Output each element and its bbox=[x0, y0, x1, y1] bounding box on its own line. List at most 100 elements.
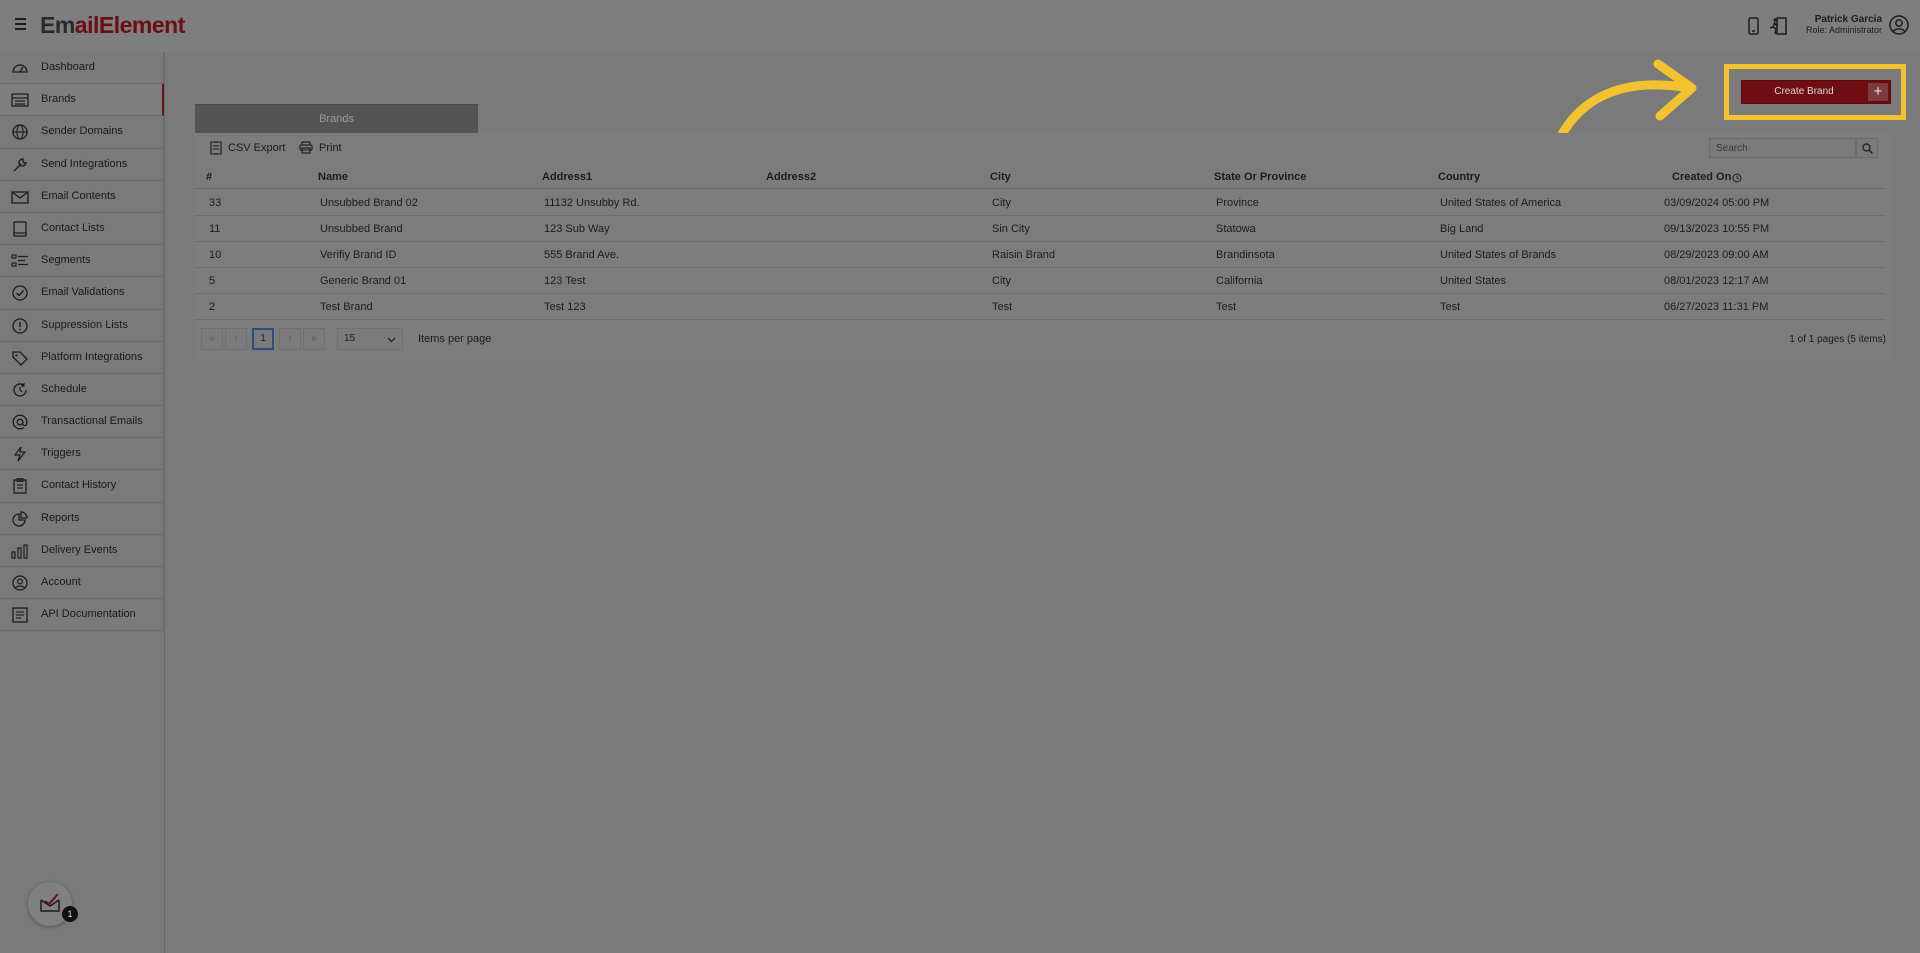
cell-created-on: 08/01/2023 12:17 AM bbox=[1664, 275, 1769, 287]
sidebar-item-label: Email Validations bbox=[41, 286, 125, 299]
sidebar-item-delivery-events[interactable]: Delivery Events bbox=[0, 534, 164, 567]
bar-chart-icon bbox=[11, 544, 28, 559]
cell-number: 5 bbox=[209, 275, 216, 287]
sidebar-item-brands[interactable]: Brands bbox=[0, 84, 164, 117]
cell-number: 10 bbox=[209, 249, 222, 261]
prev-page-button[interactable]: ‹ bbox=[225, 328, 247, 350]
cell-number: 33 bbox=[209, 197, 222, 209]
dashboard-gauge-icon bbox=[12, 64, 28, 73]
user-avatar-icon[interactable] bbox=[1888, 14, 1910, 36]
table-row[interactable]: 10 Verifiy Brand ID 555 Brand Ave. Raisi… bbox=[195, 242, 1885, 268]
timezone-clock-icon[interactable] bbox=[1732, 173, 1742, 183]
column-header-address1[interactable]: Address1 bbox=[542, 171, 592, 183]
brands-list-icon bbox=[11, 93, 29, 107]
create-brand-button[interactable]: Create Brand + bbox=[1741, 80, 1891, 104]
sidebar-item-email-contents[interactable]: Email Contents bbox=[0, 180, 164, 213]
next-page-button[interactable]: › bbox=[279, 328, 301, 350]
sidebar-item-email-validations[interactable]: Email Validations bbox=[0, 277, 164, 310]
create-brand-label: Create Brand bbox=[1774, 86, 1834, 97]
sidebar-item-sender-domains[interactable]: Sender Domains bbox=[0, 116, 164, 149]
sidebar-item-transactional-emails[interactable]: Transactional Emails bbox=[0, 406, 164, 439]
app-logo[interactable]: EmailElement bbox=[40, 12, 185, 39]
column-header-created-on[interactable]: Created On bbox=[1672, 171, 1731, 183]
sidebar-item-account[interactable]: Account bbox=[0, 567, 164, 600]
menu-hamburger-icon[interactable] bbox=[15, 16, 31, 32]
sidebar-item-label: Brands bbox=[41, 93, 76, 106]
user-role: Role: Administrator bbox=[1805, 25, 1882, 35]
cell-name: Verifiy Brand ID bbox=[320, 249, 397, 261]
sidebar-nav: Dashboard Brands Sender Domains Send Int… bbox=[0, 52, 165, 953]
items-per-page-value: 15 bbox=[344, 333, 356, 344]
sidebar-item-triggers[interactable]: Triggers bbox=[0, 438, 164, 471]
mobile-device-icon[interactable] bbox=[1742, 15, 1764, 37]
check-circle-icon bbox=[12, 285, 28, 301]
sidebar-item-suppression-lists[interactable]: Suppression Lists bbox=[0, 309, 164, 342]
cell-state: California bbox=[1216, 275, 1263, 287]
page-number-button[interactable]: 1 bbox=[252, 328, 274, 350]
sidebar-item-dashboard[interactable]: Dashboard bbox=[0, 52, 164, 85]
chevron-down-icon bbox=[387, 337, 396, 343]
alert-circle-icon bbox=[12, 317, 28, 334]
column-header-name[interactable]: Name bbox=[318, 171, 348, 183]
sidebar-item-label: Send Integrations bbox=[41, 157, 128, 170]
sidebar-item-contact-lists[interactable]: Contact Lists bbox=[0, 212, 164, 246]
envelope-check-icon bbox=[40, 893, 60, 912]
notification-badge: 1 bbox=[62, 906, 78, 922]
sidebar-item-send-integrations[interactable]: Send Integrations bbox=[0, 148, 164, 181]
book-icon bbox=[13, 221, 27, 237]
sidebar-item-platform-integrations[interactable]: Platform Integrations bbox=[0, 341, 164, 374]
tag-icon bbox=[12, 351, 28, 366]
table-row[interactable]: 11 Unsubbed Brand 123 Sub Way Sin City S… bbox=[195, 216, 1885, 242]
cell-state: Statowa bbox=[1216, 223, 1256, 235]
table-row[interactable]: 2 Test Brand Test 123 Test Test Test 06/… bbox=[195, 294, 1885, 320]
cell-created-on: 03/09/2024 05:00 PM bbox=[1664, 197, 1770, 209]
search-input[interactable] bbox=[1709, 138, 1856, 158]
sidebar-item-label: Delivery Events bbox=[41, 543, 118, 556]
sidebar-item-schedule[interactable]: Schedule bbox=[0, 373, 164, 407]
at-sign-icon bbox=[12, 414, 28, 430]
cell-city: Sin City bbox=[992, 223, 1030, 235]
column-header-state[interactable]: State Or Province bbox=[1214, 171, 1306, 183]
tab-brands[interactable]: Brands bbox=[195, 104, 478, 133]
cell-created-on: 08/29/2023 09:00 AM bbox=[1664, 249, 1769, 261]
sidebar-item-label: Suppression Lists bbox=[41, 318, 128, 331]
column-header-city[interactable]: City bbox=[990, 171, 1011, 183]
sidebar-item-reports[interactable]: Reports bbox=[0, 502, 164, 535]
sidebar-item-label: API Documentation bbox=[41, 608, 136, 621]
items-per-page-label: Items per page bbox=[418, 333, 492, 345]
first-page-button[interactable]: « bbox=[201, 328, 223, 350]
table-row[interactable]: 5 Generic Brand 01 123 Test City Califor… bbox=[195, 268, 1885, 294]
user-info[interactable]: Patrick Garcia Role: Administrator bbox=[1806, 14, 1882, 36]
sidebar-item-segments[interactable]: Segments bbox=[0, 245, 164, 278]
sidebar-item-api-documentation[interactable]: API Documentation bbox=[0, 599, 164, 632]
logout-exit-icon[interactable] bbox=[1767, 15, 1789, 37]
sidebar-item-label: Platform Integrations bbox=[41, 350, 143, 363]
cell-country: United States bbox=[1440, 275, 1507, 287]
pagination-bar: « ‹ 1 › » 15 Items per page 1 of 1 pages… bbox=[195, 325, 1890, 355]
document-icon bbox=[12, 607, 28, 623]
logo-text-part1: Em bbox=[40, 12, 75, 38]
sidebar-item-label: Email Contents bbox=[41, 189, 116, 202]
cell-address1: 555 Brand Ave. bbox=[544, 249, 620, 261]
sidebar-item-label: Transactional Emails bbox=[41, 415, 143, 428]
sidebar-item-label: Reports bbox=[41, 511, 80, 524]
column-header-address2[interactable]: Address2 bbox=[766, 171, 816, 183]
csv-export-button[interactable]: CSV Export bbox=[210, 141, 285, 155]
print-button[interactable]: Print bbox=[299, 141, 342, 154]
cell-number: 11 bbox=[209, 223, 221, 235]
column-header-country[interactable]: Country bbox=[1438, 171, 1480, 183]
last-page-button[interactable]: » bbox=[303, 328, 325, 350]
envelope-icon bbox=[11, 191, 29, 204]
search-button[interactable] bbox=[1856, 138, 1878, 158]
cell-created-on: 09/13/2023 10:55 PM bbox=[1664, 223, 1770, 235]
sidebar-item-contact-history[interactable]: Contact History bbox=[0, 470, 164, 503]
items-per-page-select[interactable]: 15 bbox=[337, 328, 403, 350]
lightning-icon bbox=[13, 446, 27, 462]
table-header: # Name Address1 Address2 City State Or P… bbox=[195, 164, 1885, 189]
sidebar-item-label: Contact Lists bbox=[41, 221, 105, 234]
print-label: Print bbox=[319, 141, 342, 154]
cell-address1: 123 Sub Way bbox=[544, 223, 610, 235]
cell-address1: 123 Test bbox=[544, 275, 586, 287]
column-header-number[interactable]: # bbox=[206, 171, 212, 183]
table-row[interactable]: 33 Unsubbed Brand 02 11132 Unsubby Rd. C… bbox=[195, 190, 1885, 216]
